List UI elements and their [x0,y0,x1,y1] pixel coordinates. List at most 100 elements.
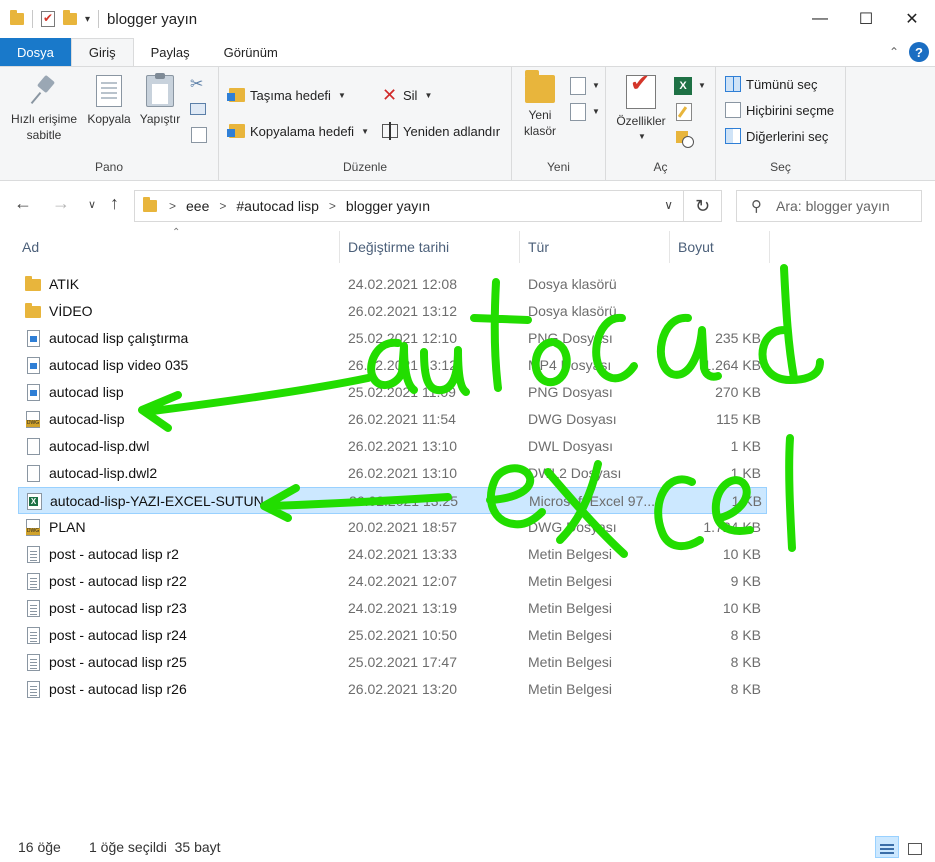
file-row[interactable]: ATIK 24.02.2021 12:08 Dosya klasörü [18,271,767,298]
breadcrumb-separator-icon[interactable]: > [219,199,226,213]
file-type: Metin Belgesi [528,600,613,616]
file-row[interactable]: autocad-lisp.dwl2 26.02.2021 13:10 DWL2 Do… [18,460,767,487]
pin-quick-access-button[interactable]: Hızlı erişime sabitle [6,75,82,143]
close-button[interactable]: ✕ [889,0,935,38]
navigation-bar: ← → ∨ ↑ > eee > #autocad lisp > blogger … [0,181,935,231]
new-folder-icon[interactable] [63,10,77,25]
file-row[interactable]: post - autocad lisp r25 25.02.2021 17:47 M… [18,649,767,676]
chevron-down-icon[interactable]: ▼ [698,81,706,90]
column-size[interactable]: Boyut [670,231,770,263]
column-type[interactable]: Tür [520,231,670,263]
rename-button[interactable]: Yeniden adlandır [382,120,500,142]
file-row[interactable]: autocad lisp video 035 26.02.2021 13:12 MP… [18,352,767,379]
tab-share[interactable]: Paylaş [134,38,207,66]
easy-access-icon[interactable] [570,103,586,121]
chevron-down-icon[interactable]: ▼ [592,81,600,90]
paste-button[interactable]: Yapıştır [136,73,184,127]
file-name[interactable]: post - autocad lisp r26 [49,676,339,703]
details-view-button[interactable] [875,836,899,858]
file-row[interactable]: autocad-lisp-YAZI-EXCEL-SUTUN 26.02.2021 … [18,487,767,514]
file-name[interactable]: autocad-lisp.dwl2 [49,460,339,487]
recent-locations-chevron-down-icon[interactable]: ∨ [88,198,96,211]
text-file-icon [27,573,40,590]
group-organize: Taşıma hedefi ▼ Kopyalama hedefi ▼ ✕ Sil… [219,67,512,180]
select-all-label: Tümünü seç [746,76,818,92]
file-date-modified: 25.02.2021 17:47 [348,654,457,670]
invert-selection-button[interactable]: Diğerlerini seç [725,125,828,147]
file-name[interactable]: autocad-lisp [49,406,339,433]
tab-view[interactable]: Görünüm [207,38,295,66]
select-none-button[interactable]: Hiçbirini seçme [725,99,834,121]
new-folder-button[interactable]: Yeni klasör [518,70,562,139]
breadcrumb-autocad-lisp[interactable]: #autocad lisp [236,198,319,214]
breadcrumb-separator-icon[interactable]: > [169,199,176,213]
select-none-icon [725,102,741,118]
file-row[interactable]: post - autocad lisp r23 24.02.2021 13:19 M… [18,595,767,622]
file-name[interactable]: VİDEO [49,298,339,325]
forward-arrow-icon[interactable]: → [52,193,70,214]
open-excel-icon[interactable]: X [674,77,692,95]
file-name[interactable]: post - autocad lisp r22 [49,568,339,595]
cut-icon[interactable] [190,74,206,94]
properties-icon[interactable] [41,11,55,27]
column-date-modified[interactable]: Değiştirme tarihi [340,231,520,263]
select-all-button[interactable]: Tümünü seç [725,73,818,95]
collapse-ribbon-chevron-up-icon[interactable]: ⌃ [889,45,899,59]
new-item-icon[interactable] [570,77,586,95]
tab-file[interactable]: Dosya [0,38,71,66]
customize-toolbar-chevron-down-icon[interactable]: ▾ [85,14,90,25]
file-row[interactable]: autocad lisp çalıştırma 25.02.2021 12:10 P… [18,325,767,352]
file-name[interactable]: autocad lisp video 035 [49,352,339,379]
file-row[interactable]: post - autocad lisp r2 24.02.2021 13:33 Me… [18,541,767,568]
file-row[interactable]: autocad-lisp.dwl 26.02.2021 13:10 DWL Dosy… [18,433,767,460]
move-to-icon [227,88,245,102]
tab-home[interactable]: Giriş [70,38,134,66]
file-name[interactable]: post - autocad lisp r25 [49,649,339,676]
delete-button[interactable]: ✕ Sil ▼ [382,84,432,106]
file-name[interactable]: PLAN [49,514,339,541]
file-name[interactable]: autocad lisp çalıştırma [49,325,339,352]
minimize-button[interactable]: — [797,0,843,38]
file-name[interactable]: autocad lisp [49,379,339,406]
file-row[interactable]: autocad lisp 25.02.2021 11:09 PNG Dosyası 2… [18,379,767,406]
file-name[interactable]: autocad-lisp-YAZI-EXCEL-SUTUN [50,488,340,515]
column-name[interactable]: Ad [14,231,340,263]
copy-to-button[interactable]: Kopyalama hedefi ▼ [227,120,369,142]
file-row[interactable]: VİDEO 26.02.2021 13:12 Dosya klasörü [18,298,767,325]
file-date-modified: 26.02.2021 11:54 [348,411,456,427]
file-row[interactable]: autocad-lisp 26.02.2021 11:54 DWG Dosyası 1… [18,406,767,433]
file-name[interactable]: post - autocad lisp r2 [49,541,339,568]
file-date-modified: 26.02.2021 13:10 [348,438,457,454]
paste-shortcut-icon[interactable] [191,127,207,143]
file-name[interactable]: post - autocad lisp r23 [49,595,339,622]
breadcrumb-eee[interactable]: eee [186,198,209,214]
file-row[interactable]: post - autocad lisp r26 26.02.2021 13:20 M… [18,676,767,703]
file-row[interactable]: post - autocad lisp r22 24.02.2021 12:07 M… [18,568,767,595]
address-history-chevron-down-icon[interactable]: ∨ [664,198,673,212]
file-name[interactable]: ATIK [49,271,339,298]
new-folder-icon [525,70,555,103]
history-icon[interactable] [676,129,694,148]
chevron-down-icon[interactable]: ▼ [592,107,600,116]
edit-icon[interactable] [676,103,692,121]
file-name[interactable]: autocad-lisp.dwl [49,433,339,460]
file-type: Dosya klasörü [528,276,617,292]
search-box[interactable]: ⚲ Ara: blogger yayın [736,190,922,222]
file-row[interactable]: post - autocad lisp r24 25.02.2021 10:50 M… [18,622,767,649]
properties-button[interactable]: Özellikler ▼ [612,75,670,145]
help-icon[interactable]: ? [909,42,929,62]
large-icons-view-button[interactable] [903,836,927,858]
group-label-new: Yeni [547,160,570,174]
up-arrow-icon[interactable]: ↑ [110,193,119,214]
move-to-button[interactable]: Taşıma hedefi ▼ [227,84,346,106]
file-name[interactable]: post - autocad lisp r24 [49,622,339,649]
back-arrow-icon[interactable]: ← [14,193,32,214]
file-row[interactable]: PLAN 20.02.2021 18:57 DWG Dosyası 1.724 KB [18,514,767,541]
refresh-button[interactable]: ↻ [684,190,722,222]
maximize-button[interactable]: ☐ [843,0,889,38]
copy-path-icon[interactable] [190,103,206,115]
copy-button[interactable]: Kopyala [84,75,134,127]
breadcrumb-separator-icon[interactable]: > [329,199,336,213]
breadcrumb-blogger-yayin[interactable]: blogger yayın [346,198,430,214]
address-bar[interactable]: > eee > #autocad lisp > blogger yayın ∨ [134,190,684,222]
